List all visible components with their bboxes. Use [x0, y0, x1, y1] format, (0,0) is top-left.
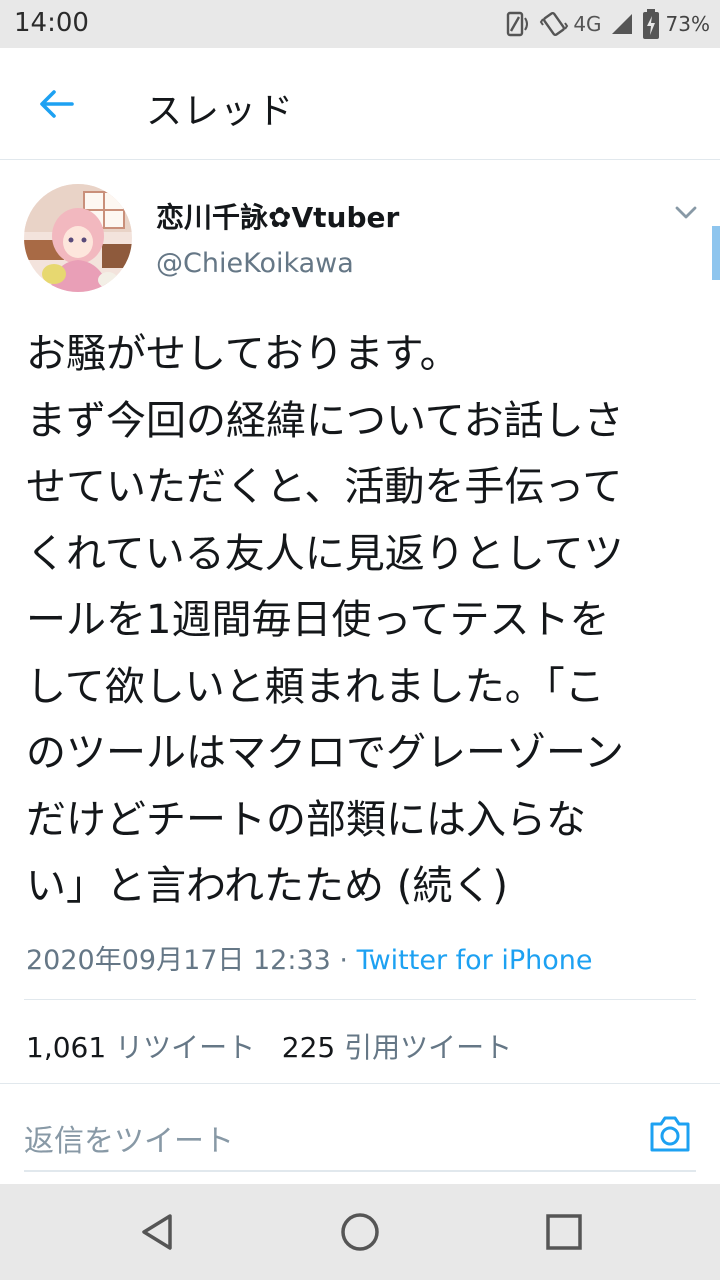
back-button[interactable]: [30, 82, 82, 126]
tweet-timestamp: 2020年09月17日 12:33: [26, 945, 331, 976]
status-time: 14:00: [14, 8, 89, 38]
divider: [0, 1083, 720, 1084]
quote-count: 225: [281, 1031, 336, 1064]
network-type: 4G: [573, 12, 602, 36]
tweet-text-line: せていただくと、活動を手伝って: [26, 464, 623, 510]
scrollbar-thumb[interactable]: [712, 226, 720, 280]
tweet-text-line: くれている友人に見返りとしてツ: [26, 530, 624, 577]
tweet-text-line: お騒がせしております。: [26, 331, 460, 377]
retweets-stat[interactable]: 1,061 リツイート: [26, 1031, 255, 1064]
system-nav-bar: [0, 1184, 720, 1280]
tweet-text: お騒がせしております。 まず今回の経緯についてお話しさ せていただくと、活動を手…: [26, 321, 696, 920]
tweet-menu-button[interactable]: [668, 198, 704, 228]
nav-back-icon: [142, 1214, 172, 1250]
battery-charging-icon: [642, 9, 659, 39]
chevron-down-icon: [675, 206, 697, 219]
tweet-source-link[interactable]: Twitter for iPhone: [357, 945, 593, 976]
nav-home-button[interactable]: [338, 1210, 382, 1254]
retweet-label: リツイート: [115, 1031, 256, 1064]
tweet-text-line: い」と言われたため (続く): [26, 863, 508, 909]
tweet-text-line: のツールはマクロでグレーゾーン: [26, 730, 624, 776]
author-name[interactable]: 恋川千詠✿Vtuber: [156, 196, 399, 236]
vibrate-icon: [540, 11, 569, 37]
nav-recents-button[interactable]: [542, 1210, 586, 1254]
screen-rotate-icon: [507, 11, 529, 37]
avatar[interactable]: [24, 184, 132, 292]
reply-placeholder: 返信をツイート: [24, 1124, 234, 1159]
nav-home-icon: [341, 1213, 379, 1251]
tweet-meta: 2020年09月17日 12:33 · Twitter for iPhone: [26, 938, 593, 977]
page-title: スレッド: [146, 91, 295, 132]
nav-back-button[interactable]: [136, 1210, 180, 1254]
status-bar: 14:00 4G 73%: [0, 0, 720, 48]
tweet-text-line: して欲しいと頼まれました。「こ: [26, 663, 605, 710]
nav-recents-icon: [546, 1214, 582, 1250]
camera-icon: [650, 1116, 690, 1152]
avatar-image: [24, 184, 132, 292]
app-bar: スレッド: [0, 48, 720, 160]
arrow-left-icon: [40, 90, 74, 118]
signal-icon: [611, 14, 632, 34]
author-handle[interactable]: @ChieKoikawa: [156, 248, 354, 279]
tweet-text-line: ールを1週間毎日使ってテストを: [26, 597, 610, 643]
meta-separator: ·: [330, 945, 357, 976]
quotes-stat[interactable]: 225 引用ツイート: [282, 1031, 512, 1064]
tweet-text-line: だけどチートの部類には入らな: [26, 796, 586, 843]
battery-percent: 73%: [665, 12, 710, 36]
tweet-stats: 1,061 リツイート 225 引用ツイート: [26, 1026, 512, 1066]
quote-label: 引用ツイート: [344, 1031, 513, 1064]
divider: [24, 999, 696, 1000]
tweet-text-line: まず今回の経緯についてお話しさ: [26, 397, 624, 444]
reply-input[interactable]: 返信をツイート: [24, 1100, 696, 1172]
retweet-count: 1,061: [26, 1031, 107, 1064]
status-icons: 4G 73%: [503, 8, 710, 40]
camera-button[interactable]: [648, 1112, 692, 1156]
